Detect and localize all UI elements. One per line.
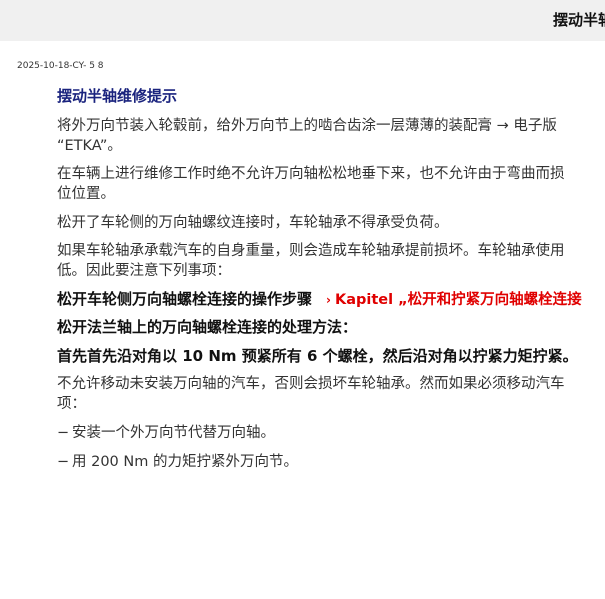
step-label: 松开车轮侧万向轴螺栓连接的操作步骤 xyxy=(57,290,313,308)
section-title: 摆动半轴维修提示 xyxy=(57,87,178,105)
paragraph-line: 不允许移动未安装万向轴的汽车，否则会损坏车轮轴承。然而如果必须移动汽车 xyxy=(57,376,565,392)
paragraph-line: 在车辆上进行维修工作时绝不允许万向轴松松地垂下来，也不允许由于弯曲而损 xyxy=(57,166,565,182)
header-title: 摆动半轴 xyxy=(553,11,605,29)
paragraph-line: 如果车轮轴承承载汽车的自身重量，则会造成车轮轴承提前损坏。车轮轴承使用 xyxy=(57,243,565,259)
paragraph-line: 将外万向节装入轮毂前，给外万向节上的啮合齿涂一层薄薄的装配膏 → 电子版 xyxy=(57,118,557,134)
paragraph-line: “ETKA”。 xyxy=(57,138,122,154)
paragraph-line: 项： xyxy=(57,396,86,412)
list-item-text: 安装一个外万向节代替万向轴。 xyxy=(72,425,275,441)
list-item: − 安装一个外万向节代替万向轴。 xyxy=(57,423,605,443)
dash-icon: − xyxy=(57,454,70,470)
link-arrow-icon: › xyxy=(326,293,331,307)
list-item-text: 用 200 Nm 的力矩拧紧外万向节。 xyxy=(72,454,298,470)
dash-icon: − xyxy=(57,425,70,441)
paragraph-moving-vehicle: 不允许移动未安装万向轴的汽车，否则会损坏车轮轴承。然而如果必须移动汽车 项： xyxy=(57,374,605,414)
torque-note: 首先首先沿对角以 10 Nm 预紧所有 6 个螺栓，然后沿对角以拧紧力矩拧紧。 xyxy=(57,347,578,365)
paragraph-assembly-paste: 将外万向节装入轮毂前，给外万向节上的啮合齿涂一层薄薄的装配膏 → 电子版 “ET… xyxy=(57,116,605,156)
paragraph-line: 低。因此要注意下列事项： xyxy=(57,263,231,279)
step-row: 松开车轮侧万向轴螺栓连接的操作步骤 › Kapitel „松开和拧紧万向轴螺栓连接 xyxy=(57,288,605,311)
paragraph-bearing-load: 松开了车轮侧的万向轴螺纹连接时，车轮轴承不得承受负荷。 xyxy=(57,215,449,231)
paragraph-line: 位位置。 xyxy=(57,186,115,202)
paragraph-no-hanging: 在车辆上进行维修工作时绝不允许万向轴松松地垂下来，也不允许由于弯曲而损 位位置。 xyxy=(57,164,605,204)
content-area: 摆动半轴维修提示 将外万向节装入轮毂前，给外万向节上的啮合齿涂一层薄薄的装配膏 … xyxy=(57,84,605,472)
chapter-link[interactable]: Kapitel „松开和拧紧万向轴螺栓连接 xyxy=(335,292,582,308)
flange-heading: 松开法兰轴上的万向轴螺栓连接的处理方法： xyxy=(57,318,358,336)
document-id: 2025-10-18-CY- 5 8 xyxy=(17,61,104,71)
paragraph-bearing-damage: 如果车轮轴承承载汽车的自身重量，则会造成车轮轴承提前损坏。车轮轴承使用 低。因此… xyxy=(57,241,605,281)
list-item: − 用 200 Nm 的力矩拧紧外万向节。 xyxy=(57,452,605,472)
header-bar: 摆动半轴 xyxy=(0,0,605,41)
